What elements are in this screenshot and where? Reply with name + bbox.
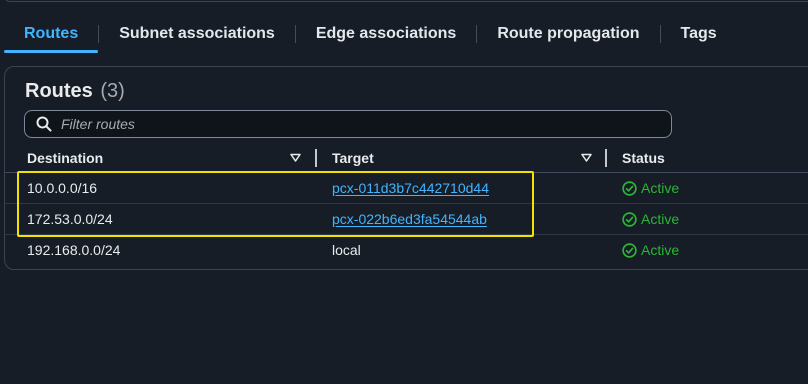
column-header-status[interactable]: Status <box>622 143 665 173</box>
table-row: 172.53.0.0/24 pcx-022b6ed3fa54544ab Acti… <box>5 204 808 235</box>
table-header: Destination Target Status <box>5 143 808 173</box>
tab-bar: Routes Subnet associations Edge associat… <box>4 16 737 53</box>
route-destination: 10.0.0.0/16 <box>27 180 98 196</box>
routes-panel: Routes (3) Destination Target Status <box>4 66 808 270</box>
tab-subnet-associations[interactable]: Subnet associations <box>99 16 295 52</box>
search-icon <box>36 116 52 132</box>
tab-tags[interactable]: Tags <box>661 16 737 52</box>
column-resize-handle[interactable] <box>605 149 607 167</box>
column-header-destination[interactable]: Destination <box>27 143 103 173</box>
table-row: 10.0.0.0/16 pcx-011d3b7c442710d44 Active <box>5 173 808 204</box>
tab-route-propagation[interactable]: Route propagation <box>477 16 659 52</box>
route-count: (3) <box>100 80 125 102</box>
route-destination: 172.53.0.0/24 <box>27 211 113 227</box>
column-resize-handle[interactable] <box>315 149 317 167</box>
filter-routes-input[interactable] <box>61 116 671 132</box>
route-status: Active <box>622 204 679 234</box>
status-text: Active <box>641 211 680 227</box>
route-target-link[interactable]: pcx-022b6ed3fa54544ab <box>332 211 487 227</box>
status-text: Active <box>641 180 680 196</box>
filter-routes-search <box>24 110 672 138</box>
route-target-link[interactable]: pcx-011d3b7c442710d44 <box>332 180 489 196</box>
route-table-details: Routes Subnet associations Edge associat… <box>0 0 808 384</box>
details-panel-edge <box>4 0 808 2</box>
route-status: Active <box>622 173 679 203</box>
route-target-text: local <box>332 242 361 258</box>
route-destination: 192.168.0.0/24 <box>27 242 121 258</box>
tab-edge-associations[interactable]: Edge associations <box>296 16 477 52</box>
panel-title-text: Routes <box>25 80 93 102</box>
check-circle-icon <box>622 180 637 196</box>
column-header-target[interactable]: Target <box>332 143 374 173</box>
check-circle-icon <box>622 242 637 258</box>
panel-title: Routes (3) <box>25 80 125 103</box>
status-text: Active <box>641 242 680 258</box>
route-status: Active <box>622 235 679 265</box>
table-row: 192.168.0.0/24 local Active <box>5 235 808 266</box>
sort-caret-icon[interactable] <box>290 153 301 162</box>
tab-routes[interactable]: Routes <box>4 16 99 53</box>
check-circle-icon <box>622 211 637 227</box>
sort-caret-icon[interactable] <box>581 153 592 162</box>
